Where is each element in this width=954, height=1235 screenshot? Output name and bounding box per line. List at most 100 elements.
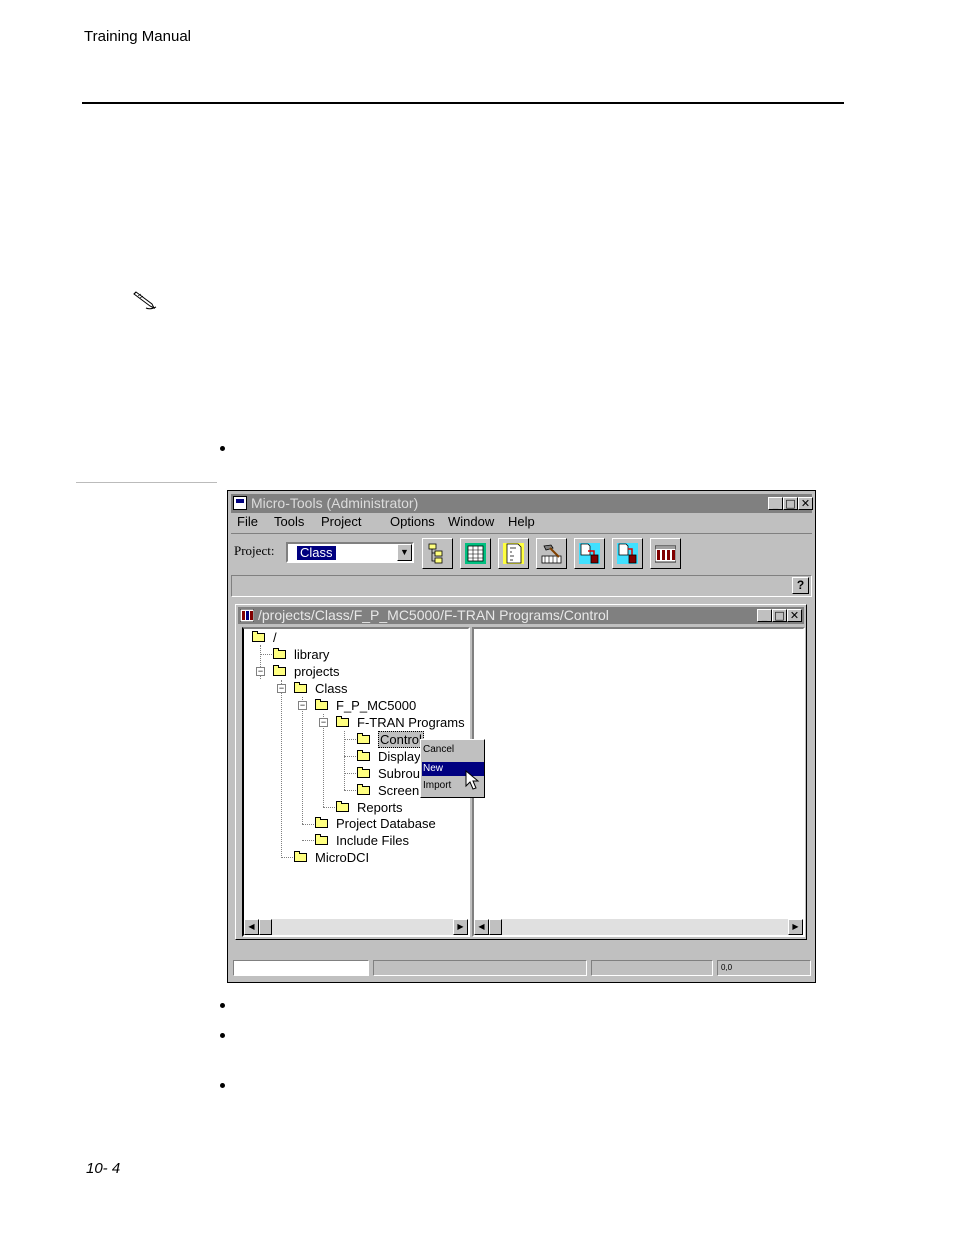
tree-node-label: Class <box>315 681 348 696</box>
file-list-pane[interactable]: ◀ ▶ <box>472 627 805 937</box>
child-title-bar[interactable]: /projects/Class/F_P_MC5000/F-TRAN Progra… <box>238 607 804 624</box>
tree-node-root[interactable]: / <box>252 629 277 646</box>
menu-help[interactable]: Help <box>508 514 535 529</box>
tree-node-label: Control <box>378 731 424 748</box>
folder-icon <box>357 767 370 779</box>
import-icon <box>617 543 638 564</box>
database-tool-button[interactable] <box>650 538 681 569</box>
status-bar: 0,0 <box>231 960 812 978</box>
build-hammer-icon <box>541 544 562 564</box>
tree-node-projects[interactable]: projects <box>273 663 340 680</box>
collapse-toggle[interactable]: − <box>277 684 286 693</box>
header-rule <box>82 102 844 104</box>
tree-node-library[interactable]: library <box>273 646 329 663</box>
menu-item-cancel[interactable]: Cancel <box>422 743 484 757</box>
collapse-toggle[interactable]: − <box>256 667 265 676</box>
scroll-left-icon[interactable]: ◀ <box>474 919 489 935</box>
bullet <box>220 1083 225 1088</box>
tree-node-label: Project Database <box>336 816 436 831</box>
tree-horizontal-scrollbar[interactable]: ◀ ▶ <box>244 919 468 935</box>
help-button[interactable]: ? <box>792 577 809 594</box>
menu-window[interactable]: Window <box>448 514 494 529</box>
tree-node-include-files[interactable]: Include Files <box>315 832 409 849</box>
folder-icon <box>315 817 328 829</box>
spreadsheet-tool-button[interactable] <box>460 538 491 569</box>
tree-node-label: / <box>273 630 277 645</box>
minimize-button[interactable]: _ <box>768 497 783 510</box>
context-menu: Cancel New Import <box>420 739 485 798</box>
close-button[interactable]: ✕ <box>798 497 813 510</box>
scroll-right-icon[interactable]: ▶ <box>453 919 468 935</box>
menu-separator <box>231 533 812 534</box>
project-select[interactable]: Class ▼ <box>286 542 414 563</box>
scroll-thumb[interactable] <box>259 919 272 935</box>
tree-node-label: MicroDCI <box>315 850 370 865</box>
tree-node-label: Subrou <box>378 766 420 781</box>
tree-line <box>344 739 356 740</box>
scroll-right-icon[interactable]: ▶ <box>788 919 803 935</box>
tree-node-ftran-programs[interactable]: F-TRAN Programs <box>336 714 465 731</box>
status-panel-input <box>233 960 369 976</box>
mdi-client-area: /projects/Class/F_P_MC5000/F-TRAN Progra… <box>231 599 812 944</box>
export-tool-button[interactable] <box>574 538 605 569</box>
child-maximize-button[interactable]: □ <box>772 609 787 622</box>
bullet <box>220 1003 225 1008</box>
database-grid-icon <box>655 545 676 563</box>
tree-node-label: projects <box>294 664 340 679</box>
folder-icon <box>273 665 286 677</box>
menu-tools[interactable]: Tools <box>274 514 304 529</box>
build-tool-button[interactable] <box>536 538 567 569</box>
folder-icon <box>252 631 265 643</box>
child-window-title: /projects/Class/F_P_MC5000/F-TRAN Progra… <box>258 607 609 623</box>
export-icon <box>579 543 600 564</box>
status-panel <box>373 960 587 976</box>
flowchart-tool-button[interactable] <box>498 538 529 569</box>
maximize-button[interactable]: □ <box>783 497 798 510</box>
scroll-thumb[interactable] <box>489 919 502 935</box>
menu-options[interactable]: Options <box>390 514 435 529</box>
tree-node-label: Include Files <box>336 833 409 848</box>
info-bar: ? <box>231 575 812 597</box>
chevron-down-icon[interactable]: ▼ <box>397 544 412 561</box>
tree-line <box>260 654 272 655</box>
project-label: Project: <box>234 543 275 558</box>
list-horizontal-scrollbar[interactable]: ◀ ▶ <box>474 919 803 935</box>
tree-node-subroutines[interactable]: Subrou <box>357 765 420 782</box>
tree-node-screens[interactable]: Screen <box>357 782 419 799</box>
tree-line <box>281 857 293 858</box>
tree-node-microdci[interactable]: MicroDCI <box>294 849 369 866</box>
window-title: Micro-Tools (Administrator) <box>251 495 419 511</box>
tree-node-control[interactable]: Control <box>357 731 424 748</box>
menu-project[interactable]: Project <box>321 514 361 529</box>
pencil-note-icon <box>133 291 157 310</box>
collapse-toggle[interactable]: − <box>298 701 307 710</box>
folder-icon <box>357 733 370 745</box>
folder-icon <box>336 801 349 813</box>
project-select-value: Class <box>297 546 336 560</box>
tree-line <box>302 697 303 824</box>
mouse-pointer-icon <box>465 770 480 790</box>
status-panel <box>591 960 713 976</box>
import-tool-button[interactable] <box>612 538 643 569</box>
title-bar[interactable]: Micro-Tools (Administrator) _ □ ✕ <box>231 494 813 513</box>
tree-node-fp-mc5000[interactable]: F_P_MC5000 <box>315 697 416 714</box>
child-close-button[interactable]: ✕ <box>787 609 802 622</box>
app-icon[interactable] <box>233 496 247 510</box>
scroll-left-icon[interactable]: ◀ <box>244 919 259 935</box>
tree-line <box>344 756 356 757</box>
hierarchy-tool-button[interactable] <box>422 538 453 569</box>
tree-node-class[interactable]: Class <box>294 680 348 697</box>
tree-line <box>281 680 282 858</box>
menu-file[interactable]: File <box>237 514 258 529</box>
collapse-toggle[interactable]: − <box>319 718 328 727</box>
tree-node-label: Screen <box>378 783 420 798</box>
status-coordinates: 0,0 <box>717 960 811 976</box>
child-minimize-button[interactable]: _ <box>757 609 772 622</box>
tree-node-label: Display <box>378 749 421 764</box>
tree-line <box>344 790 356 791</box>
browser-window-icon[interactable] <box>240 609 254 622</box>
tree-node-reports[interactable]: Reports <box>336 799 403 816</box>
tree-node-project-database[interactable]: Project Database <box>315 815 436 832</box>
tree-line <box>323 714 324 807</box>
tree-node-display[interactable]: Display <box>357 748 421 765</box>
